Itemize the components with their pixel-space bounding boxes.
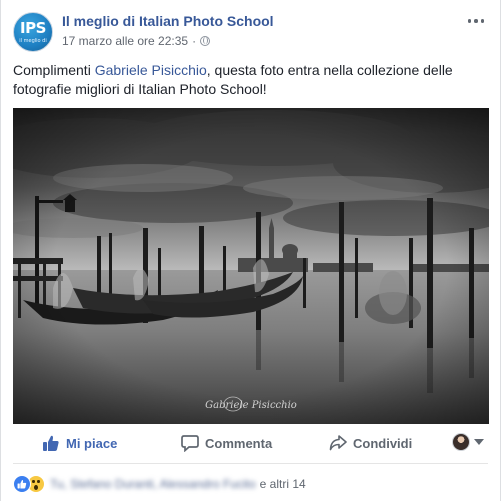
post-header: IPS il meglio di Il meglio di Italian Ph… — [13, 10, 488, 54]
viewer-avatar — [452, 433, 470, 451]
share-label: Condividi — [353, 435, 413, 451]
like-button[interactable]: Mi piace — [42, 428, 117, 458]
share-icon — [329, 435, 347, 451]
post-text-intro: Complimenti — [13, 62, 95, 78]
post-text: Complimenti Gabriele Pisicchio, questa f… — [13, 61, 483, 99]
reaction-others-count[interactable]: e altri 14 — [260, 477, 306, 491]
globe-icon[interactable] — [200, 36, 211, 46]
post-card: IPS il meglio di Il meglio di Italian Ph… — [0, 0, 501, 501]
meta-separator: · — [192, 34, 197, 48]
divider — [13, 463, 488, 464]
more-options-button[interactable] — [464, 12, 488, 30]
dot-icon — [467, 19, 472, 23]
chevron-down-icon — [474, 439, 484, 445]
thumbs-up-icon — [43, 435, 59, 451]
like-icon[interactable] — [13, 475, 31, 493]
dot-icon — [474, 19, 478, 23]
page-name-link[interactable]: Il meglio di Italian Photo School — [62, 13, 274, 29]
mention-link[interactable]: Gabriele Pisicchio — [95, 62, 207, 78]
post-timestamp[interactable]: 17 marzo alle ore 22:35 — [62, 34, 188, 48]
dot-icon — [480, 19, 485, 23]
reactions-summary[interactable]: Tu, Stefano Duranti, Alessandro Fucito e… — [13, 474, 306, 494]
comment-icon — [181, 435, 199, 452]
venice-gondolas-photo-icon: Gabriele Pisicchio — [13, 108, 489, 424]
action-bar: Mi piace Commenta Condividi — [13, 426, 488, 460]
like-label: Mi piace — [66, 435, 118, 451]
post-photo[interactable]: Gabriele Pisicchio — [13, 108, 489, 424]
share-button[interactable]: Condividi — [329, 428, 412, 458]
reaction-names[interactable]: Tu, Stefano Duranti, Alessandro Fucito — [50, 477, 256, 491]
comment-button[interactable]: Commenta — [181, 428, 272, 458]
post-meta: 17 marzo alle ore 22:35 · — [62, 34, 211, 48]
comment-label: Commenta — [205, 435, 273, 451]
avatar-subtext: il meglio di — [19, 38, 47, 44]
photo-signature: Gabriele Pisicchio — [205, 400, 297, 411]
react-as-selector[interactable] — [452, 433, 484, 451]
avatar-logo: IPS — [20, 19, 46, 37]
page-avatar[interactable]: IPS il meglio di — [13, 12, 53, 52]
